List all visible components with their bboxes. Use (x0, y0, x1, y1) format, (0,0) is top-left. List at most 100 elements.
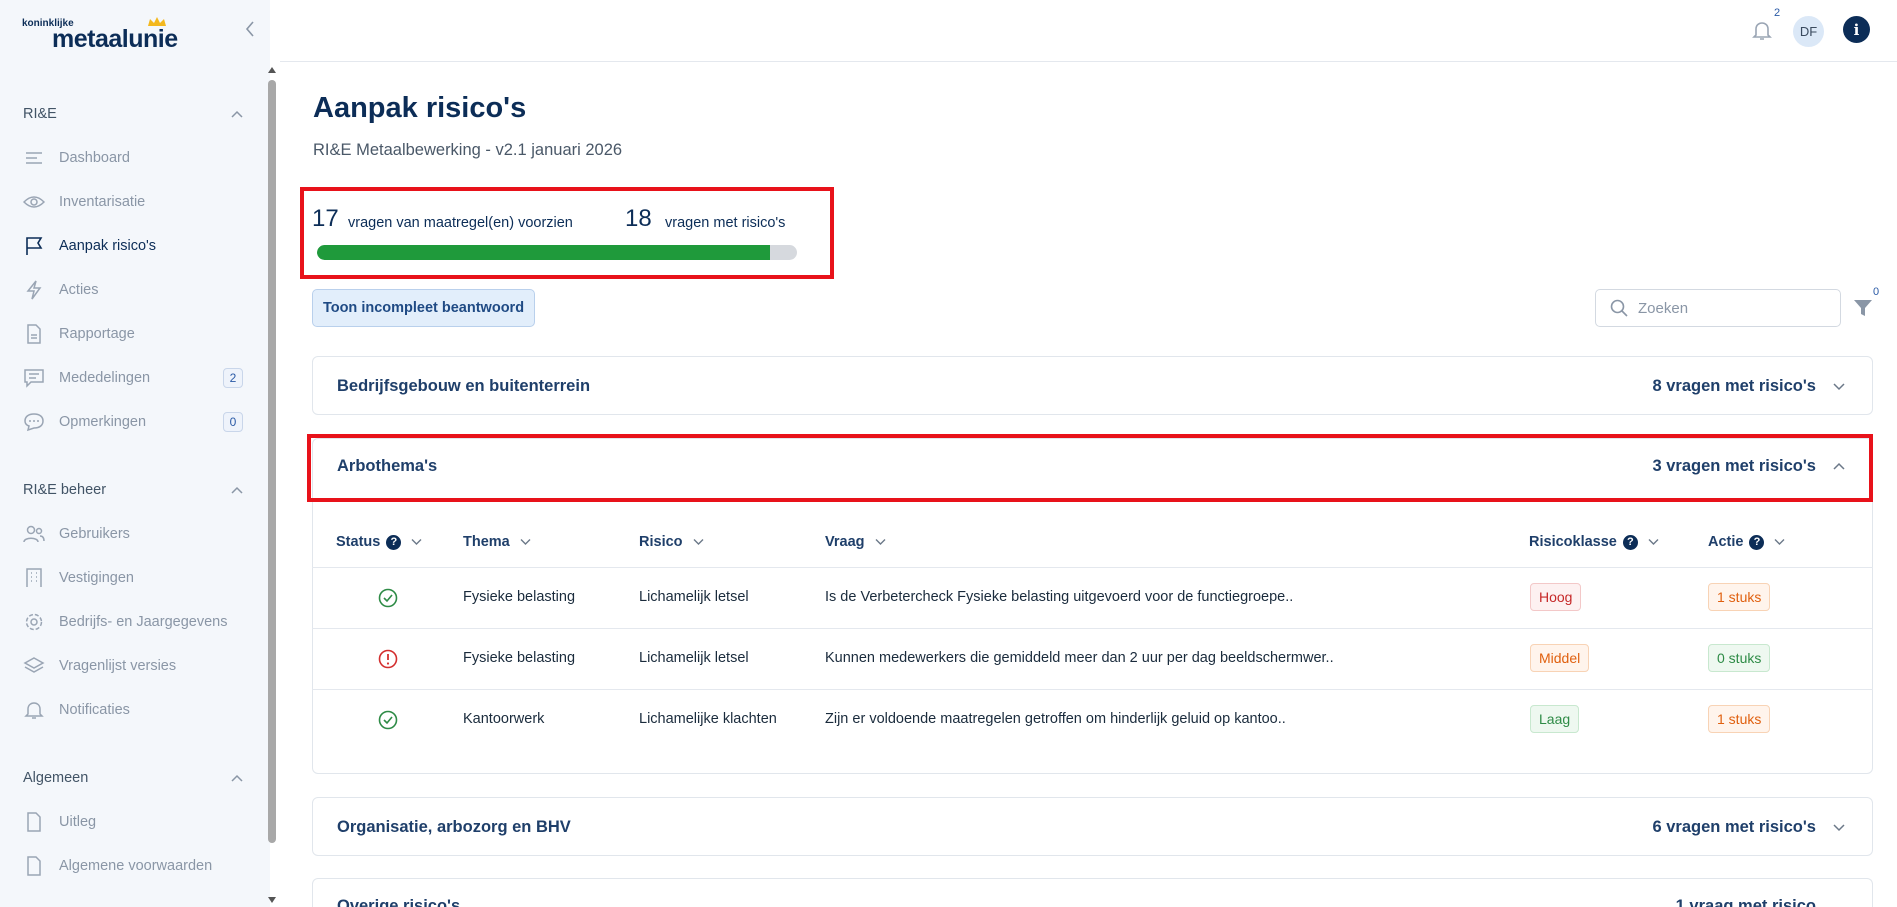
collapse-sidebar-button[interactable] (240, 18, 260, 40)
group-title: Organisatie, arbozorg en BHV (337, 818, 571, 836)
cell-risico: Lichamelijk letsel (639, 650, 749, 666)
topbar (280, 0, 1897, 62)
filter-icon[interactable] (1853, 298, 1873, 318)
column-header-vraag[interactable]: Vraag (825, 534, 886, 550)
metaalunie-logo[interactable]: koninklijke metaalunie (22, 16, 178, 53)
check-circle-icon (378, 588, 398, 608)
sidebar-item-label: Gebruikers (59, 526, 130, 542)
column-label: Vraag (825, 534, 865, 550)
cell-thema: Fysieke belasting (463, 589, 576, 605)
section-header-algemeen[interactable]: Algemeen (23, 768, 243, 788)
scrollbar-thumb[interactable] (268, 80, 276, 843)
group-count: 6 vragen met risico's (1652, 818, 1816, 836)
cell-vraag: Zijn er voldoende maatregelen getroffen … (825, 711, 1286, 727)
group-panel[interactable]: Overige risico's 1 vraag met risico (312, 878, 1873, 907)
risk-badge: Laag (1530, 705, 1580, 733)
count-badge: 2 (223, 368, 243, 388)
avatar[interactable]: DF (1793, 16, 1824, 47)
sidebar-item-notificaties[interactable]: Notificaties (23, 696, 243, 724)
progress-bar-fill (317, 245, 771, 260)
chevron-down-icon (1833, 824, 1845, 832)
info-button[interactable]: i (1843, 16, 1870, 43)
sidebar-item-vragenlijst-versies[interactable]: Vragenlijst versies (23, 652, 243, 680)
group-panel[interactable]: Bedrijfsgebouw en buitenterrein 8 vragen… (312, 356, 1873, 415)
action-count-badge[interactable]: 0 stuks (1708, 644, 1771, 672)
sidebar-item-vestigingen[interactable]: Vestigingen (23, 564, 243, 592)
risk-badge: Hoog (1530, 583, 1582, 611)
cell-thema: Fysieke belasting (463, 650, 576, 666)
sidebar-item-label: Dashboard (59, 150, 130, 166)
page-title: Aanpak risico's (313, 92, 527, 124)
sidebar-item-algemene-voorwaarden[interactable]: Algemene voorwaarden (23, 852, 243, 880)
column-label: Actie (1708, 534, 1744, 550)
progress-bar (317, 245, 797, 260)
table-row[interactable]: Kantoorwerk Lichamelijke klachten Zijn e… (312, 690, 1873, 751)
chevron-down-icon (1774, 539, 1785, 545)
sidebar-item-opmerkingen[interactable]: Opmerkingen 0 (23, 408, 243, 436)
section-title: RI&E beheer (23, 482, 107, 498)
document-icon (23, 811, 45, 833)
scroll-up-arrow-icon[interactable] (267, 66, 277, 74)
sidebar-item-rapportage[interactable]: Rapportage (23, 320, 243, 348)
action-count-badge[interactable]: 1 stuks (1708, 705, 1771, 733)
help-icon[interactable]: ? (1622, 534, 1638, 550)
sidebar-item-aanpak-risicos[interactable]: Aanpak risico's (23, 232, 243, 260)
group-header-highlight[interactable] (307, 434, 1873, 502)
sidebar-item-label: Inventarisatie (59, 194, 146, 210)
cell-risico: Lichamelijk letsel (639, 589, 749, 605)
sidebar-item-mededelingen[interactable]: Mededelingen 2 (23, 364, 243, 392)
section-header-rie-beheer[interactable]: RI&E beheer (23, 480, 243, 500)
column-header-risicoklasse[interactable]: Risicoklasse ? (1529, 534, 1659, 550)
column-header-actie[interactable]: Actie ? (1708, 534, 1785, 550)
sidebar-item-label: Notificaties (59, 702, 130, 718)
page-subtitle: RI&E Metaalbewerking - v2.1 januari 2026 (313, 141, 623, 159)
notification-bell-icon[interactable] (1750, 18, 1774, 42)
users-icon (23, 523, 45, 545)
notification-count: 2 (1774, 7, 1781, 19)
check-circle-icon (378, 710, 398, 730)
group-count: 1 vraag met risico (1675, 897, 1816, 907)
search-icon (1610, 299, 1628, 317)
sidebar-item-bedrijfsgegevens[interactable]: Bedrijfs- en Jaargegevens (23, 608, 243, 636)
help-icon[interactable]: ? (386, 534, 402, 550)
table-row[interactable]: Fysieke belasting Lichamelijk letsel Kun… (312, 629, 1873, 690)
column-header-thema[interactable]: Thema (463, 534, 531, 550)
section-title: Algemeen (23, 770, 89, 786)
bolt-icon (23, 279, 45, 301)
sidebar-item-acties[interactable]: Acties (23, 276, 243, 304)
cell-vraag: Is de Verbetercheck Fysieke belasting ui… (825, 589, 1294, 605)
document-icon (23, 323, 45, 345)
chevron-up-icon (231, 110, 243, 118)
count-badge: 0 (223, 412, 243, 432)
sidebar-item-dashboard[interactable]: Dashboard (23, 144, 243, 172)
sidebar-item-label: Rapportage (59, 326, 135, 342)
scroll-down-arrow-icon[interactable] (267, 896, 277, 904)
comment-icon (23, 411, 45, 433)
action-count-badge[interactable]: 1 stuks (1708, 583, 1771, 611)
column-header-status[interactable]: Status ? (336, 534, 422, 550)
filter-count: 0 (1873, 286, 1880, 298)
sidebar-item-label: Acties (59, 282, 99, 298)
group-title: Bedrijfsgebouw en buitenterrein (337, 377, 591, 395)
table-row[interactable]: Fysieke belasting Lichamelijk letsel Is … (312, 568, 1873, 629)
cell-risico: Lichamelijke klachten (639, 711, 777, 727)
sidebar-item-label: Uitleg (59, 814, 97, 830)
chevron-down-icon (1648, 539, 1659, 545)
section-title: RI&E (23, 106, 57, 122)
sidebar-item-label: Opmerkingen (59, 414, 147, 430)
help-icon[interactable]: ? (1749, 534, 1765, 550)
gear-icon (23, 611, 45, 633)
sidebar-item-label: Vragenlijst versies (59, 658, 177, 674)
show-incomplete-button[interactable]: Toon incompleet beantwoord (312, 289, 535, 327)
sidebar-item-uitleg[interactable]: Uitleg (23, 808, 243, 836)
sidebar-item-gebruikers[interactable]: Gebruikers (23, 520, 243, 548)
section-header-rie[interactable]: RI&E (23, 104, 243, 124)
bell-icon (23, 699, 45, 721)
search-input[interactable] (1638, 299, 1828, 317)
column-header-risico[interactable]: Risico (639, 534, 704, 550)
message-icon (23, 367, 45, 389)
cell-thema: Kantoorwerk (463, 711, 545, 727)
search-box (1595, 289, 1841, 327)
sidebar-item-inventarisatie[interactable]: Inventarisatie (23, 188, 243, 216)
group-panel[interactable]: Organisatie, arbozorg en BHV 6 vragen me… (312, 797, 1873, 856)
